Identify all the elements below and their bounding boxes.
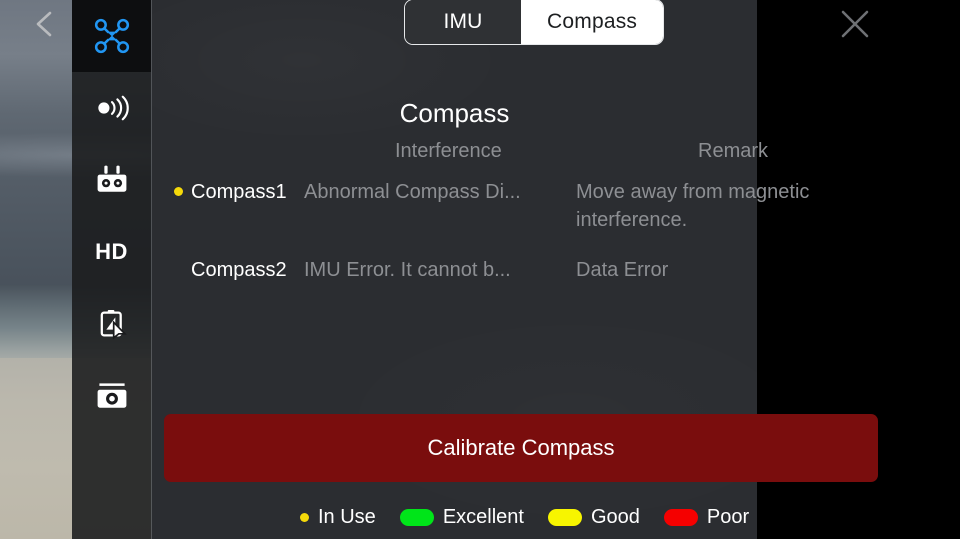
poor-pill-icon — [663, 509, 698, 526]
page-title: Compass — [399, 98, 510, 128]
sidebar-item-battery[interactable] — [72, 288, 151, 360]
compass-remark: Data Error — [576, 259, 669, 281]
excellent-pill-icon — [399, 509, 434, 526]
tab-compass[interactable]: Compass — [521, 0, 664, 44]
column-header-interference: Interference — [395, 140, 502, 162]
compass-status-table: Interference Remark Compass1 Abnormal Co… — [152, 140, 960, 330]
legend-item-poor: Poor — [663, 506, 750, 529]
close-button[interactable] — [826, 0, 884, 48]
sidebar-item-aircraft[interactable] — [72, 0, 151, 72]
table-row[interactable]: Compass1 Abnormal Compass Di... Move awa… — [152, 174, 960, 252]
compass-name: Compass1 — [191, 181, 287, 203]
calibrate-compass-button[interactable]: Calibrate Compass — [164, 414, 878, 482]
back-button[interactable] — [13, 0, 75, 48]
app-root: Compass Interference Remark Compass1 Abn… — [0, 0, 960, 539]
drone-icon — [94, 18, 129, 54]
sidebar-item-image-transmission[interactable]: HD — [72, 216, 151, 288]
legend-label: Poor — [706, 506, 750, 528]
legend-label: Good — [590, 506, 640, 528]
compass-name: Compass2 — [191, 259, 287, 281]
column-header-remark: Remark — [698, 140, 769, 162]
sidebar-item-signal[interactable] — [72, 72, 151, 144]
legend-label: Excellent — [442, 506, 524, 528]
signal-waves-icon — [97, 95, 129, 121]
camera-icon — [97, 383, 126, 408]
legend-label: In Use — [318, 506, 376, 528]
sidebar-item-remote-controller[interactable] — [72, 144, 151, 216]
battery-nav-icon — [100, 310, 127, 340]
in-use-dot-icon — [174, 187, 183, 196]
compass-interference: IMU Error. It cannot b... — [304, 259, 511, 281]
status-legend: In Use Excellent Good Poor — [300, 506, 749, 529]
close-x-icon — [841, 10, 869, 38]
hd-text-icon: HD — [95, 239, 128, 264]
table-row[interactable]: Compass2 IMU Error. It cannot b... Data … — [152, 252, 960, 330]
in-use-dot-icon — [300, 513, 309, 522]
legend-item-in-use: In Use — [300, 506, 376, 529]
compass-remark: Move away from magnetic interference. — [576, 181, 810, 231]
left-icon-rail: HD — [72, 0, 152, 539]
good-pill-icon — [547, 509, 582, 526]
legend-item-excellent: Excellent — [399, 506, 524, 529]
remote-controller-icon — [97, 165, 126, 192]
chevron-left-icon — [36, 11, 52, 37]
table-header-row: Interference Remark — [152, 140, 960, 174]
tab-imu[interactable]: IMU — [405, 0, 521, 44]
imu-compass-tabs[interactable]: IMU Compass — [404, 0, 665, 45]
sidebar-item-camera[interactable] — [72, 360, 151, 432]
compass-interference: Abnormal Compass Di... — [304, 181, 521, 203]
legend-item-good: Good — [547, 506, 640, 529]
